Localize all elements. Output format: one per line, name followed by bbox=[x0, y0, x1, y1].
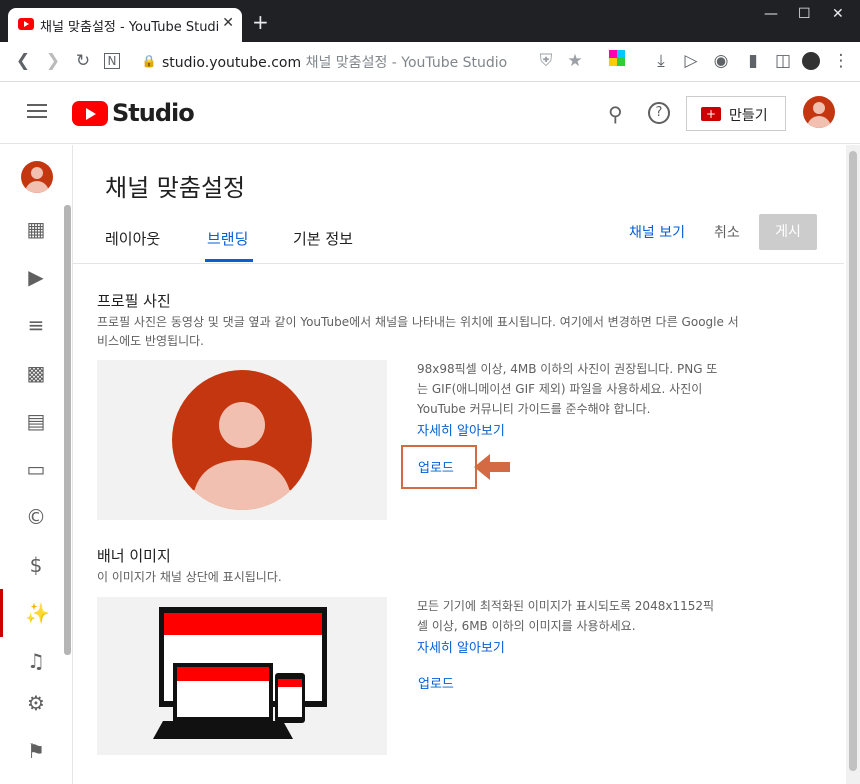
profile-learn-more-link[interactable]: 자세히 알아보기 bbox=[417, 420, 505, 439]
new-tab-button[interactable]: + bbox=[252, 12, 269, 32]
channel-avatar[interactable] bbox=[21, 161, 53, 193]
youtube-favicon-icon bbox=[18, 18, 34, 30]
feedback-icon[interactable]: ⚑ bbox=[0, 727, 72, 775]
browser-titlebar: 채널 맞춤설정 - YouTube Studio ✕ + — ☐ ✕ bbox=[0, 0, 860, 42]
browser-toolbar: ❮ ❯ ↻ N 🔒 studio.youtube.com 채널 맞춤설정 - Y… bbox=[0, 42, 860, 82]
url-host: studio.youtube.com bbox=[162, 55, 302, 71]
banner-preview bbox=[97, 597, 387, 755]
active-tab-indicator bbox=[205, 259, 253, 262]
profile-description-line1: 프로필 사진은 동영상 및 댓글 옆과 같이 YouTube에서 채널을 나타내… bbox=[97, 315, 739, 329]
address-bar[interactable]: studio.youtube.com 채널 맞춤설정 - YouTube Stu… bbox=[162, 52, 507, 72]
maximize-icon[interactable]: ☐ bbox=[798, 6, 811, 22]
profile-info: 98x98픽셀 이상, 4MB 이하의 사진이 권장됩니다. PNG 또 는 G… bbox=[417, 359, 747, 419]
page-scrollbar[interactable] bbox=[846, 145, 860, 784]
view-channel-link[interactable]: 채널 보기 bbox=[629, 222, 685, 242]
tab-title: 채널 맞춤설정 - YouTube Studio bbox=[40, 20, 220, 35]
profile-upload-button[interactable]: 업로드 bbox=[418, 457, 454, 476]
settings-icon[interactable]: ⚙ bbox=[0, 679, 72, 727]
cancel-button[interactable]: 취소 bbox=[714, 222, 740, 242]
tab-basic-info[interactable]: 기본 정보 bbox=[293, 228, 353, 249]
download-icon[interactable]: ⤓ bbox=[650, 50, 672, 72]
devices-illustration-icon bbox=[153, 607, 327, 739]
logo-text: Studio bbox=[112, 99, 195, 127]
tab-layout[interactable]: 레이아웃 bbox=[105, 228, 160, 249]
profile-description-line2: 비스에도 반영됩니다. bbox=[97, 334, 204, 348]
highlight-arrow-icon bbox=[474, 454, 510, 480]
camera-icon[interactable]: ◉ bbox=[710, 50, 732, 72]
profile-info-line1: 98x98픽셀 이상, 4MB 이하의 사진이 권장됩니다. PNG 또 bbox=[417, 362, 718, 376]
profile-info-line3: YouTube 커뮤니티 가이드를 준수해야 합니다. bbox=[417, 402, 651, 416]
publish-button[interactable]: 게시 bbox=[759, 214, 817, 250]
banner-info: 모든 기기에 최적화된 이미지가 표시되도록 2048x1152픽 셀 이상, … bbox=[417, 596, 747, 636]
comments-icon[interactable]: ▤ bbox=[0, 397, 72, 445]
shield-extension-icon[interactable]: ⛨ bbox=[535, 50, 557, 72]
analytics-icon[interactable]: ▩ bbox=[0, 349, 72, 397]
video-plus-icon: + bbox=[701, 107, 721, 121]
copyright-icon[interactable]: © bbox=[0, 493, 72, 541]
banner-info-line2: 셀 이상, 6MB 이하의 이미지를 사용하세요. bbox=[417, 619, 636, 633]
back-icon[interactable]: ❮ bbox=[12, 50, 34, 72]
content-icon[interactable]: ▶ bbox=[0, 253, 72, 301]
video-capture-icon[interactable]: ▷ bbox=[680, 50, 702, 72]
bookmark-star-icon[interactable]: ★ bbox=[564, 50, 586, 72]
customization-icon[interactable]: ✨ bbox=[0, 589, 72, 637]
youtube-logo-icon bbox=[72, 101, 108, 126]
profile-preview bbox=[97, 360, 387, 520]
profile-info-line2: 는 GIF(애니메이션 GIF 제외) 파일을 사용하세요. 사진이 bbox=[417, 382, 703, 396]
search-icon[interactable]: ⚲ bbox=[608, 102, 623, 126]
banner-description: 이 이미지가 채널 상단에 표시됩니다. bbox=[97, 570, 282, 584]
audio-library-icon[interactable]: ♫ bbox=[0, 637, 72, 685]
account-avatar[interactable] bbox=[803, 96, 835, 128]
banner-learn-more-link[interactable]: 자세히 알아보기 bbox=[417, 637, 505, 656]
notion-extension-icon[interactable]: N bbox=[104, 53, 120, 69]
monetization-icon[interactable]: $ bbox=[0, 541, 72, 589]
forward-icon[interactable]: ❯ bbox=[42, 50, 64, 72]
minimize-icon[interactable]: — bbox=[764, 6, 778, 22]
browser-tab[interactable]: 채널 맞춤설정 - YouTube Studio ✕ bbox=[8, 8, 242, 42]
reader-icon[interactable]: ▮ bbox=[742, 50, 764, 72]
help-icon[interactable]: ? bbox=[648, 102, 670, 124]
sidebar-scrollbar[interactable] bbox=[64, 205, 71, 655]
playlists-icon[interactable]: ≡ bbox=[0, 301, 72, 349]
profile-placeholder-icon bbox=[172, 370, 312, 510]
create-button[interactable]: + 만들기 bbox=[686, 96, 786, 131]
banner-info-line1: 모든 기기에 최적화된 이미지가 표시되도록 2048x1152픽 bbox=[417, 599, 715, 613]
banner-upload-button[interactable]: 업로드 bbox=[418, 673, 454, 692]
page-title: 채널 맞춤설정 bbox=[105, 174, 246, 202]
banner-section-title: 배너 이미지 bbox=[97, 547, 171, 565]
profile-section-title: 프로필 사진 bbox=[97, 292, 171, 310]
window-close-icon[interactable]: ✕ bbox=[832, 6, 844, 22]
color-extension-icon[interactable] bbox=[606, 50, 628, 72]
sidebar: ▦ ▶ ≡ ▩ ▤ ▭ © $ ✨ ♫ ⚙ ⚑ bbox=[0, 145, 73, 784]
subtitles-icon[interactable]: ▭ bbox=[0, 445, 72, 493]
dashboard-icon[interactable]: ▦ bbox=[0, 205, 72, 253]
profile-avatar-icon[interactable] bbox=[802, 52, 820, 70]
reload-icon[interactable]: ↻ bbox=[72, 50, 94, 72]
lock-icon: 🔒 bbox=[141, 54, 157, 68]
tab-close-icon[interactable]: ✕ bbox=[222, 15, 234, 31]
url-page-title: 채널 맞춤설정 - YouTube Studio bbox=[305, 55, 508, 71]
sidepanel-icon[interactable]: ◫ bbox=[772, 50, 794, 72]
tab-branding[interactable]: 브랜딩 bbox=[207, 228, 248, 249]
studio-header: Studio ⚲ ? + 만들기 bbox=[0, 82, 860, 144]
menu-kebab-icon[interactable]: ⋮ bbox=[830, 50, 852, 72]
create-label: 만들기 bbox=[729, 108, 768, 124]
hamburger-menu-icon[interactable] bbox=[27, 104, 47, 120]
